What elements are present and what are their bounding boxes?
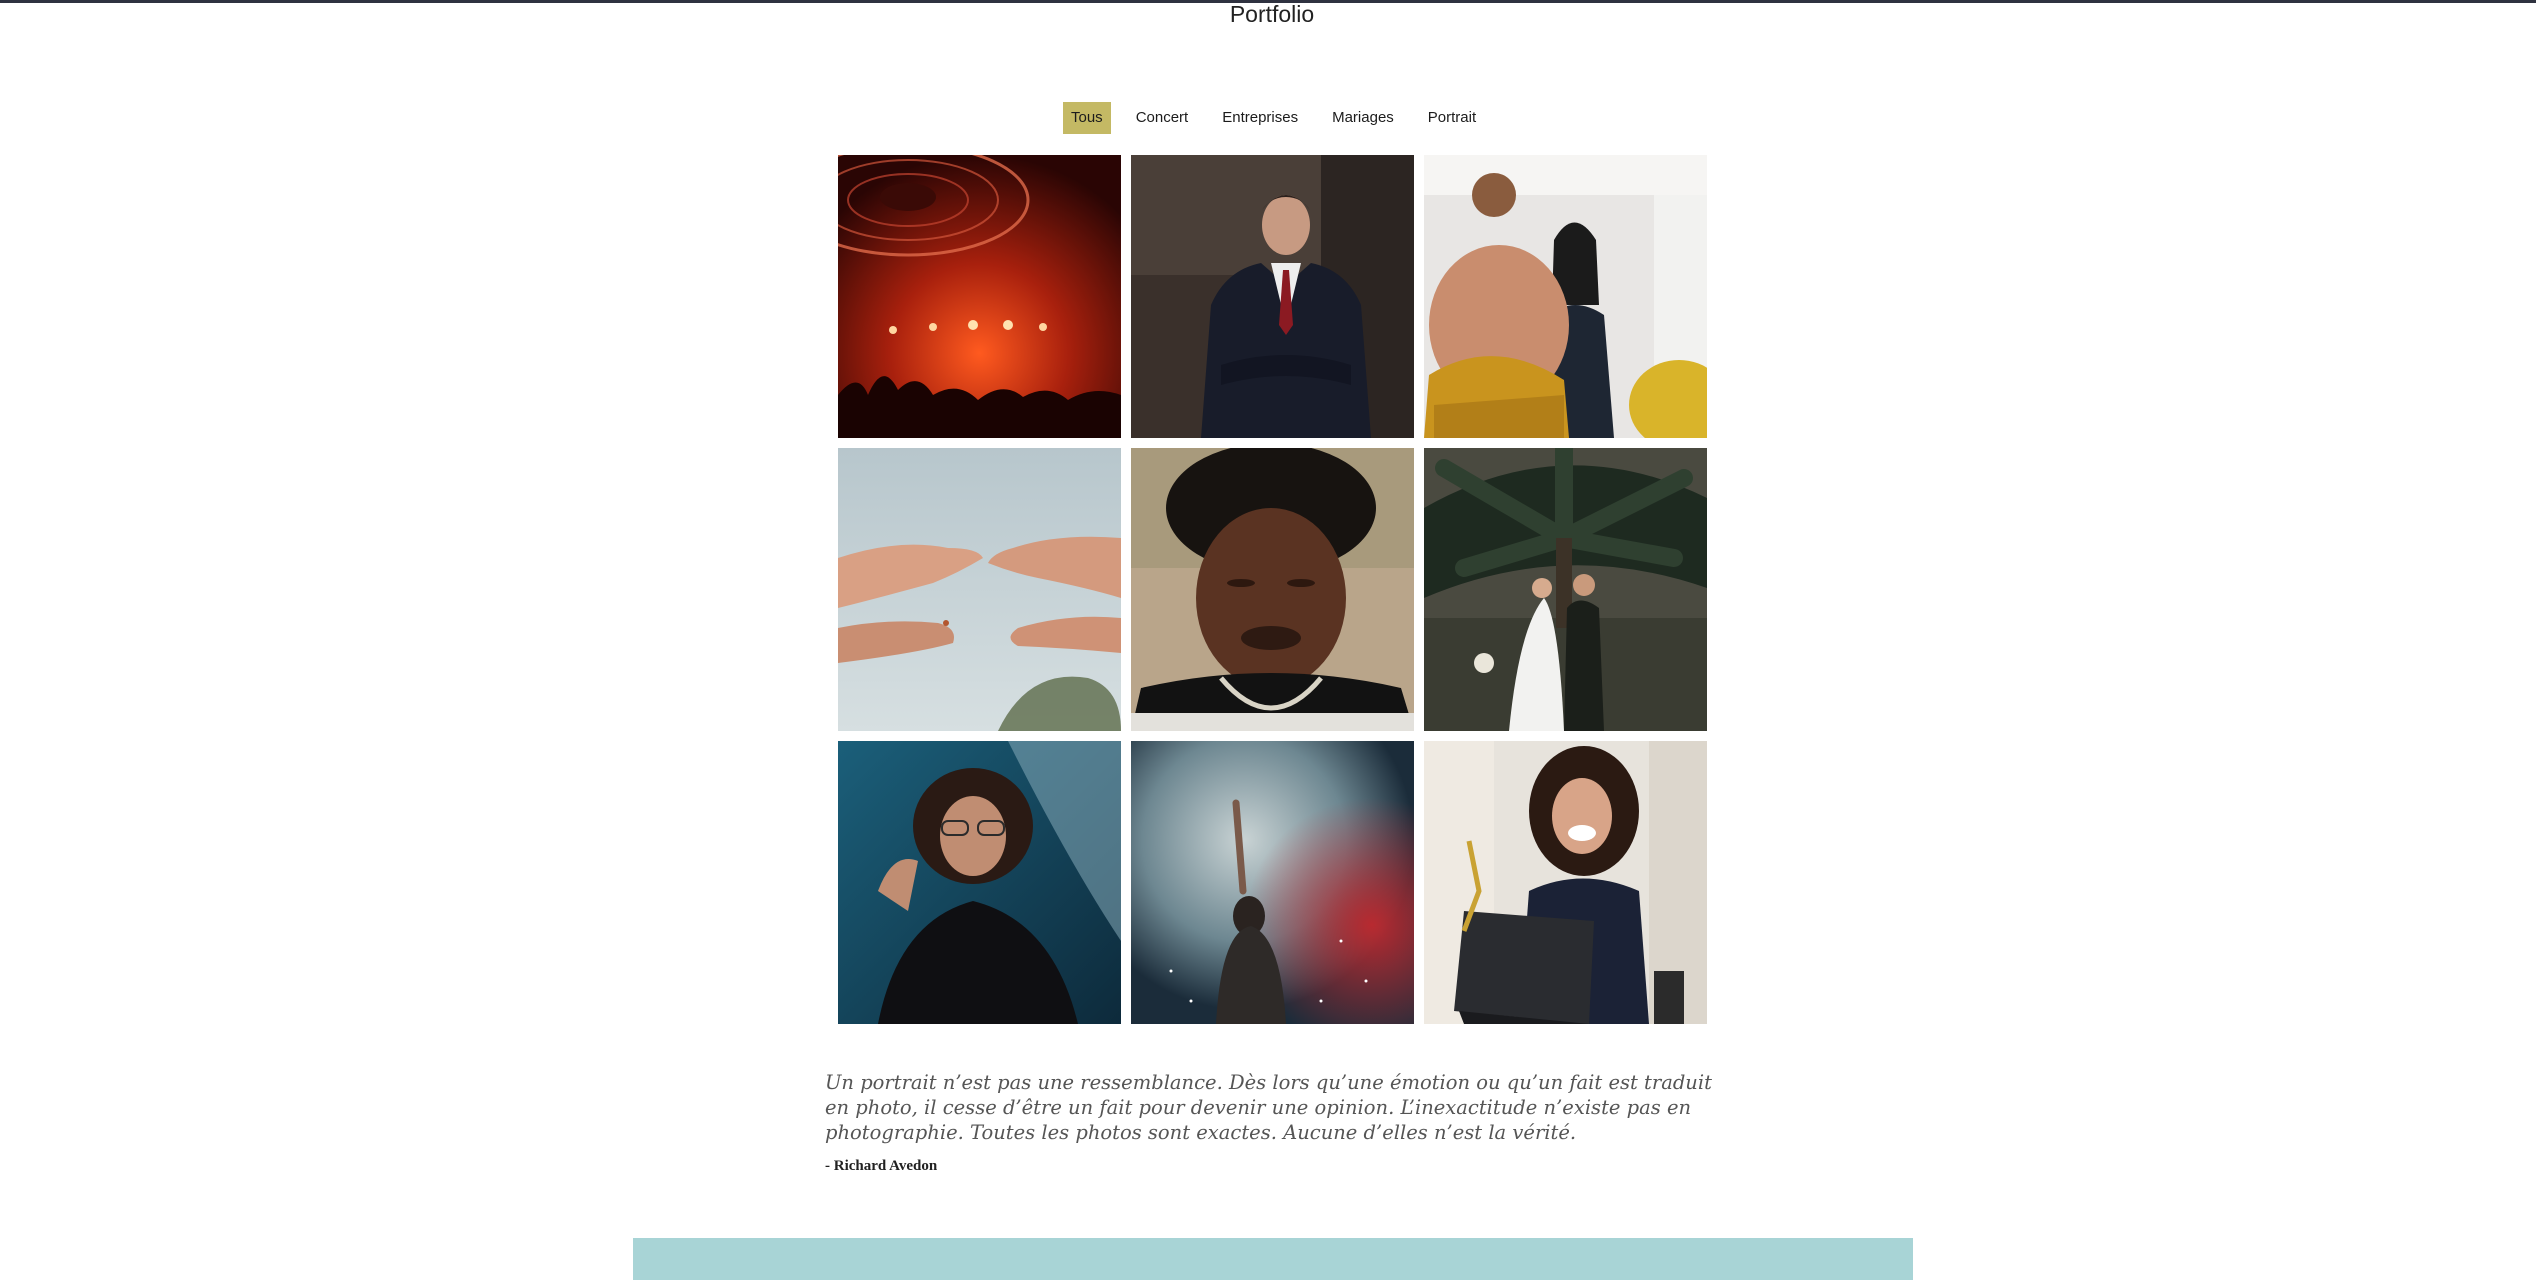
gallery-photo-businessman[interactable]: [1131, 155, 1414, 438]
young-woman-photo-image: [838, 741, 1121, 1024]
filter-tous[interactable]: Tous: [1063, 102, 1111, 134]
gallery-photo-young-woman[interactable]: [838, 741, 1121, 1024]
gallery-photo-hands[interactable]: [838, 448, 1121, 731]
businessman-photo-image: [1131, 155, 1414, 438]
gallery-photo-man-portrait[interactable]: [1131, 448, 1414, 731]
quote-author: - Richard Avedon: [825, 1158, 938, 1174]
man-portrait-photo-image: [1131, 448, 1414, 731]
hands-photo-image: [838, 448, 1121, 731]
performer-photo-image: [1131, 741, 1414, 1024]
filter-mariages[interactable]: Mariages: [1321, 102, 1405, 134]
woman-laptop-photo-image: [1424, 741, 1707, 1024]
filter-concert[interactable]: Concert: [1125, 102, 1200, 134]
filter-entreprises[interactable]: Entreprises: [1211, 102, 1309, 134]
office-meeting-photo-image: [1424, 155, 1707, 438]
gallery-photo-office-meeting[interactable]: [1424, 155, 1707, 438]
footer-section: [633, 1238, 1913, 1280]
portfolio-gallery: [838, 155, 1707, 1024]
gallery-photo-wedding[interactable]: [1424, 448, 1707, 731]
gallery-photo-performer[interactable]: [1131, 741, 1414, 1024]
page-title: Portfolio: [1229, 1, 1315, 27]
gallery-photo-woman-laptop[interactable]: [1424, 741, 1707, 1024]
filter-portrait[interactable]: Portrait: [1417, 102, 1487, 134]
gallery-photo-concert[interactable]: [838, 155, 1121, 438]
wedding-photo-image: [1424, 448, 1707, 731]
quote-text: Un portrait n’est pas une ressemblance. …: [825, 1071, 1712, 1144]
portfolio-filter-bar: Tous Concert Entreprises Mariages Portra…: [1063, 102, 1499, 134]
concert-photo-image: [838, 155, 1121, 438]
